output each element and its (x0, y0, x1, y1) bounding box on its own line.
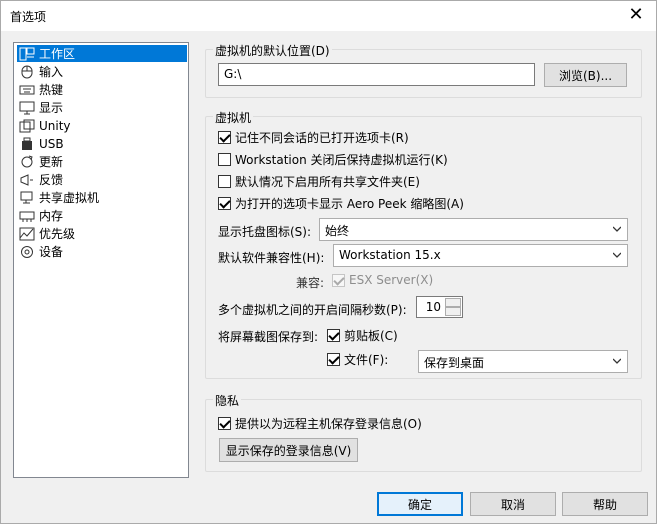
nav-item-update[interactable]: 更新 (17, 153, 187, 170)
compatibility-label: 默认软件兼容性(H): (218, 251, 325, 265)
shared-vm-icon (19, 191, 35, 205)
privacy-group: 隐私 提供以为远程主机保存登录信息(O) 显示保存的登录信息(V) (205, 392, 642, 472)
checkbox-checked[interactable] (327, 329, 340, 342)
nav-item-display[interactable]: 显示 (17, 99, 187, 116)
spin-up-icon[interactable] (445, 298, 461, 307)
nav-item-priority[interactable]: 优先级 (17, 225, 187, 242)
nav-item-usb[interactable]: USB (17, 135, 187, 152)
esx-server-checkbox: ESX Server(X) (332, 273, 433, 287)
default-location-legend: 虚拟机的默认位置(D) (213, 42, 332, 59)
workspace-icon (19, 47, 35, 61)
nav-item-workspace[interactable]: 工作区 (17, 45, 187, 62)
nav-item-feedback[interactable]: 反馈 (17, 171, 187, 188)
cancel-button[interactable]: 取消 (470, 492, 556, 516)
file-label: 文件(F): (344, 353, 389, 367)
power-on-delay-spinner[interactable]: 10 (416, 296, 463, 318)
enable-shared-folders-checkbox[interactable]: 默认情况下启用所有共享文件夹(E) (218, 173, 420, 190)
vm-group: 虚拟机 记住不同会话的已打开选项卡(R) Workstation 关闭后保持虚拟… (205, 109, 642, 379)
checkbox-checked[interactable] (327, 353, 340, 366)
preferences-dialog: 首选项 ✕ 工作区 输入 热键 显示 Unity USB 更新 反馈 共享虚拟机… (0, 0, 657, 524)
chevron-down-icon (613, 226, 621, 232)
file-checkbox[interactable]: 文件(F): (327, 351, 388, 368)
clipboard-checkbox[interactable]: 剪贴板(C) (327, 327, 398, 344)
compatibility-value: Workstation 15.x (339, 248, 441, 262)
chevron-down-icon (613, 252, 621, 258)
power-on-delay-label: 多个虚拟机之间的开启间隔秒数(P): (218, 303, 407, 317)
screenshot-location-value: 保存到桌面 (424, 356, 485, 370)
checkbox-checked-disabled (332, 273, 345, 287)
checkbox-unchecked[interactable] (218, 175, 231, 188)
checkbox-unchecked[interactable] (218, 153, 231, 166)
tray-icon-value: 始终 (325, 224, 350, 238)
nav-label: 内存 (39, 209, 64, 223)
browse-button[interactable]: 浏览(B)... (544, 63, 627, 87)
keep-running-checkbox[interactable]: Workstation 关闭后保持虚拟机运行(K) (218, 151, 448, 168)
memory-icon (19, 209, 35, 223)
nav-item-devices[interactable]: 设备 (17, 243, 187, 260)
tray-icon-label: 显示托盘图标(S): (218, 225, 312, 239)
checkbox-checked[interactable] (218, 417, 231, 430)
nav-label: 共享虚拟机 (39, 191, 100, 205)
update-icon (19, 155, 35, 169)
nav-item-hotkeys[interactable]: 热键 (17, 81, 187, 98)
default-location-group: 虚拟机的默认位置(D) G:\ 浏览(B)... (205, 42, 642, 98)
close-icon[interactable]: ✕ (616, 1, 656, 31)
unity-icon (19, 119, 35, 133)
nav-label: Unity (39, 118, 71, 133)
nav-label: 工作区 (39, 47, 76, 61)
help-button[interactable]: 帮助 (562, 492, 648, 516)
nav-label: 输入 (39, 65, 64, 79)
nav-label: 更新 (39, 155, 64, 169)
priority-icon (19, 227, 35, 241)
checkbox-checked[interactable] (218, 131, 231, 144)
nav-label: 热键 (39, 83, 64, 97)
esx-server-label: ESX Server(X) (349, 273, 434, 287)
spin-down-icon[interactable] (445, 307, 461, 316)
remember-tabs-label: 记住不同会话的已打开选项卡(R) (235, 131, 409, 145)
clipboard-label: 剪贴板(C) (344, 329, 398, 343)
keyboard-icon (19, 83, 35, 97)
monitor-icon (19, 101, 35, 115)
aero-peek-checkbox[interactable]: 为打开的选项卡显示 Aero Peek 缩略图(A) (218, 195, 464, 212)
usb-icon (19, 137, 35, 151)
nav-item-unity[interactable]: Unity (17, 117, 187, 134)
title-bar: 首选项 ✕ (1, 1, 656, 31)
category-list[interactable]: 工作区 输入 热键 显示 Unity USB 更新 反馈 共享虚拟机 内存 优先… (13, 42, 189, 478)
nav-label: 反馈 (39, 173, 64, 187)
nav-label: 显示 (39, 101, 64, 115)
show-saved-logins-button[interactable]: 显示保存的登录信息(V) (219, 438, 358, 462)
enable-shared-label: 默认情况下启用所有共享文件夹(E) (235, 175, 420, 189)
screenshot-location-select[interactable]: 保存到桌面 (418, 350, 628, 373)
feedback-icon (19, 173, 35, 187)
checkbox-checked[interactable] (218, 197, 231, 210)
default-location-input[interactable]: G:\ (218, 63, 535, 86)
power-on-delay-value[interactable]: 10 (426, 300, 441, 314)
chevron-down-icon (613, 358, 621, 364)
nav-item-memory[interactable]: 内存 (17, 207, 187, 224)
save-login-checkbox[interactable]: 提供以为远程主机保存登录信息(O) (218, 415, 422, 432)
mouse-icon (19, 65, 35, 79)
compatible-label: 兼容: (296, 276, 325, 290)
window-title: 首选项 (10, 10, 47, 24)
vm-legend: 虚拟机 (213, 109, 254, 126)
tray-icon-select[interactable]: 始终 (319, 218, 628, 241)
privacy-legend: 隐私 (213, 392, 242, 409)
aero-peek-label: 为打开的选项卡显示 Aero Peek 缩略图(A) (235, 197, 464, 211)
keep-running-label: Workstation 关闭后保持虚拟机运行(K) (235, 153, 448, 167)
nav-label: USB (39, 136, 64, 151)
ok-button[interactable]: 确定 (377, 492, 463, 516)
nav-item-shared-vms[interactable]: 共享虚拟机 (17, 189, 187, 206)
nav-label: 设备 (39, 245, 64, 259)
save-login-label: 提供以为远程主机保存登录信息(O) (235, 417, 422, 431)
remember-tabs-checkbox[interactable]: 记住不同会话的已打开选项卡(R) (218, 129, 409, 146)
nav-label: 优先级 (39, 227, 76, 241)
device-icon (19, 245, 35, 259)
nav-item-input[interactable]: 输入 (17, 63, 187, 80)
screenshot-save-label: 将屏幕截图保存到: (218, 330, 319, 344)
compatibility-select[interactable]: Workstation 15.x (333, 244, 628, 267)
